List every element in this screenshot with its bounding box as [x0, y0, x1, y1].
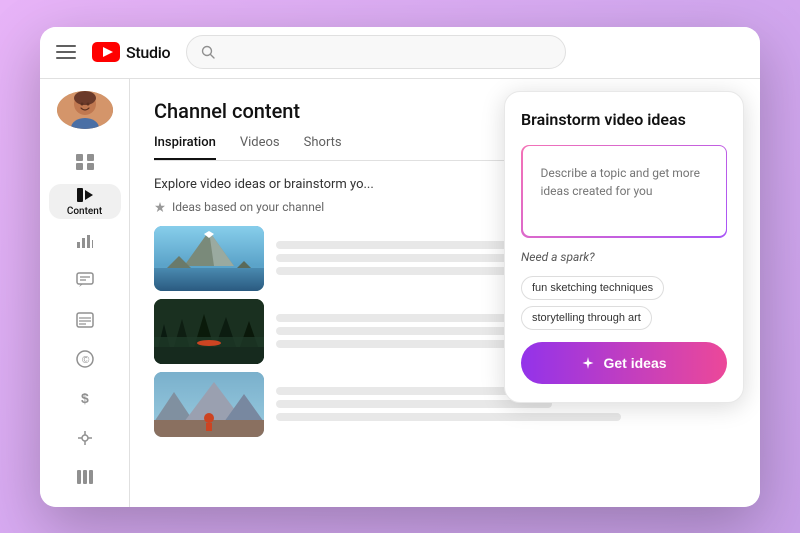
tab-inspiration[interactable]: Inspiration: [154, 135, 216, 160]
analytics-icon: [76, 233, 94, 249]
sidebar-item-analytics[interactable]: [49, 223, 121, 258]
svg-text:$: $: [81, 390, 89, 406]
brainstorm-panel: Brainstorm video ideas Need a spark? fun…: [504, 91, 744, 403]
browser-window: Studio: [40, 27, 760, 507]
youtube-logo-icon: [92, 42, 120, 62]
get-ideas-label: Get ideas: [603, 355, 666, 371]
sidebar-item-subtitles[interactable]: [49, 302, 121, 337]
spark-hint-icon: [154, 201, 166, 213]
sidebar-item-library[interactable]: [49, 459, 121, 494]
sidebar-item-comments[interactable]: [49, 263, 121, 298]
video-line: [276, 340, 533, 348]
top-bar: Studio: [40, 27, 760, 79]
video-thumbnail-2: [154, 299, 264, 364]
sidebar-item-monetize[interactable]: $: [49, 381, 121, 416]
svg-text:©: ©: [82, 355, 90, 366]
video-line: [276, 267, 533, 275]
idea-textarea[interactable]: [531, 154, 718, 224]
tab-shorts[interactable]: Shorts: [304, 135, 342, 160]
sparkle-icon: [581, 356, 595, 370]
dollar-icon: $: [77, 389, 93, 407]
menu-icon[interactable]: [56, 45, 76, 59]
chip-storytelling[interactable]: storytelling through art: [521, 306, 652, 330]
brainstorm-title: Brainstorm video ideas: [521, 110, 727, 129]
content-icon: [76, 187, 94, 203]
main-content: Content: [40, 79, 760, 507]
sidebar-item-dashboard[interactable]: [49, 145, 121, 180]
suggestion-chips: fun sketching techniques storytelling th…: [521, 276, 727, 330]
copyright-icon: ©: [76, 350, 94, 368]
comments-icon: [76, 272, 94, 288]
idea-input-area[interactable]: [523, 146, 726, 236]
avatar-image: [57, 91, 113, 129]
dashboard-icon: [75, 153, 95, 171]
studio-label: Studio: [126, 43, 170, 62]
video-line: [276, 400, 552, 408]
sidebar-item-customize[interactable]: [49, 420, 121, 455]
content-area: Channel content Inspiration Videos Short…: [130, 79, 760, 507]
get-ideas-button[interactable]: Get ideas: [521, 342, 727, 384]
logo-area: Studio: [92, 42, 170, 62]
sidebar: Content: [40, 79, 130, 507]
video-thumbnail-1: [154, 226, 264, 291]
search-icon: [201, 45, 215, 59]
subtitles-icon: [76, 312, 94, 328]
sidebar-item-content-label: Content: [67, 206, 102, 217]
chip-sketching[interactable]: fun sketching techniques: [521, 276, 664, 300]
video-line: [276, 413, 621, 421]
sidebar-item-content[interactable]: Content: [49, 184, 121, 219]
textarea-wrapper: [521, 145, 727, 238]
video-thumbnail-3: [154, 372, 264, 437]
tab-videos[interactable]: Videos: [240, 135, 280, 160]
library-icon: [76, 469, 94, 485]
sidebar-item-copyright[interactable]: ©: [49, 341, 121, 376]
spark-hint-label: Ideas based on your channel: [172, 200, 324, 214]
search-bar[interactable]: [186, 35, 566, 69]
avatar: [57, 91, 113, 129]
customize-icon: [76, 430, 94, 446]
need-spark-label: Need a spark?: [521, 250, 727, 264]
